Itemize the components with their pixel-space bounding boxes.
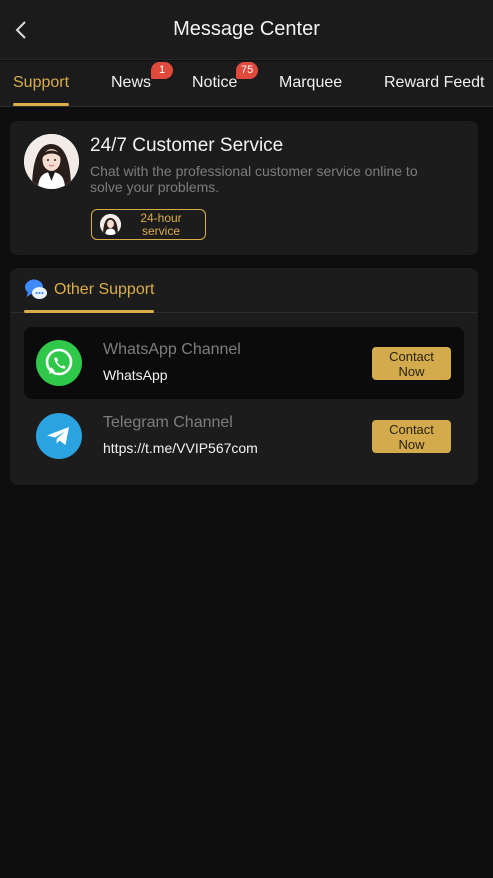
other-support-title: Other Support bbox=[54, 281, 155, 298]
other-support-card: Other Support WhatsApp Channel WhatsApp … bbox=[10, 268, 478, 485]
news-count-badge: 1 bbox=[151, 62, 173, 79]
tab-label: News bbox=[111, 74, 152, 91]
active-tab-indicator bbox=[13, 103, 69, 106]
customer-service-description: Chat with the professional customer serv… bbox=[90, 163, 418, 195]
tab-label: Reward Feedt bbox=[384, 74, 485, 91]
customer-service-card: 24/7 Customer Service Chat with the prof… bbox=[10, 121, 478, 255]
channel-name: WhatsApp Channel bbox=[103, 341, 241, 358]
tab-marquee[interactable]: Marquee bbox=[279, 61, 343, 106]
whatsapp-contact-now-button[interactable]: Contact Now bbox=[372, 347, 451, 380]
agent-mini-avatar bbox=[100, 214, 121, 235]
message-center-screen: Message Center Support News 1 Notice 75 … bbox=[0, 0, 493, 878]
button-label-line2: Now bbox=[398, 364, 425, 379]
whatsapp-icon bbox=[36, 340, 82, 386]
button-label-line1: Contact bbox=[389, 349, 434, 364]
chat-bubbles-icon bbox=[25, 279, 47, 299]
telegram-channel-row: Telegram Channel https://t.me/VVIP567com… bbox=[24, 400, 464, 472]
24-hour-service-button[interactable]: 24-hour service bbox=[91, 209, 206, 240]
agent-avatar bbox=[24, 134, 79, 189]
tab-notice[interactable]: Notice bbox=[192, 61, 238, 106]
service-hours-line2: service bbox=[141, 224, 180, 238]
whatsapp-channel-row: WhatsApp Channel WhatsApp Contact Now bbox=[24, 327, 464, 399]
customer-service-title: 24/7 Customer Service bbox=[90, 135, 284, 156]
tab-reward-feedback[interactable]: Reward Feedt bbox=[384, 61, 485, 106]
telegram-icon bbox=[36, 413, 82, 459]
other-support-underline bbox=[24, 310, 154, 313]
channel-name: Telegram Channel bbox=[103, 414, 233, 431]
tab-label: Marquee bbox=[279, 74, 343, 91]
telegram-contact-now-button[interactable]: Contact Now bbox=[372, 420, 451, 453]
tab-bar: Support News 1 Notice 75 Marquee Reward … bbox=[0, 61, 493, 107]
notice-count-badge: 75 bbox=[236, 62, 259, 79]
other-support-header: Other Support bbox=[10, 268, 478, 313]
channel-value: WhatsApp bbox=[103, 367, 168, 383]
button-label-line2: Now bbox=[398, 437, 425, 452]
tab-news[interactable]: News bbox=[111, 61, 152, 106]
tab-support[interactable]: Support bbox=[13, 61, 70, 106]
page-title: Message Center bbox=[173, 18, 320, 40]
top-bar: Message Center bbox=[0, 0, 493, 60]
service-hours-label: 24-hour service bbox=[128, 212, 194, 238]
tab-label: Notice bbox=[192, 74, 238, 91]
button-label-line1: Contact bbox=[389, 422, 434, 437]
channel-value: https://t.me/VVIP567com bbox=[103, 440, 258, 456]
tab-label: Support bbox=[13, 74, 70, 91]
